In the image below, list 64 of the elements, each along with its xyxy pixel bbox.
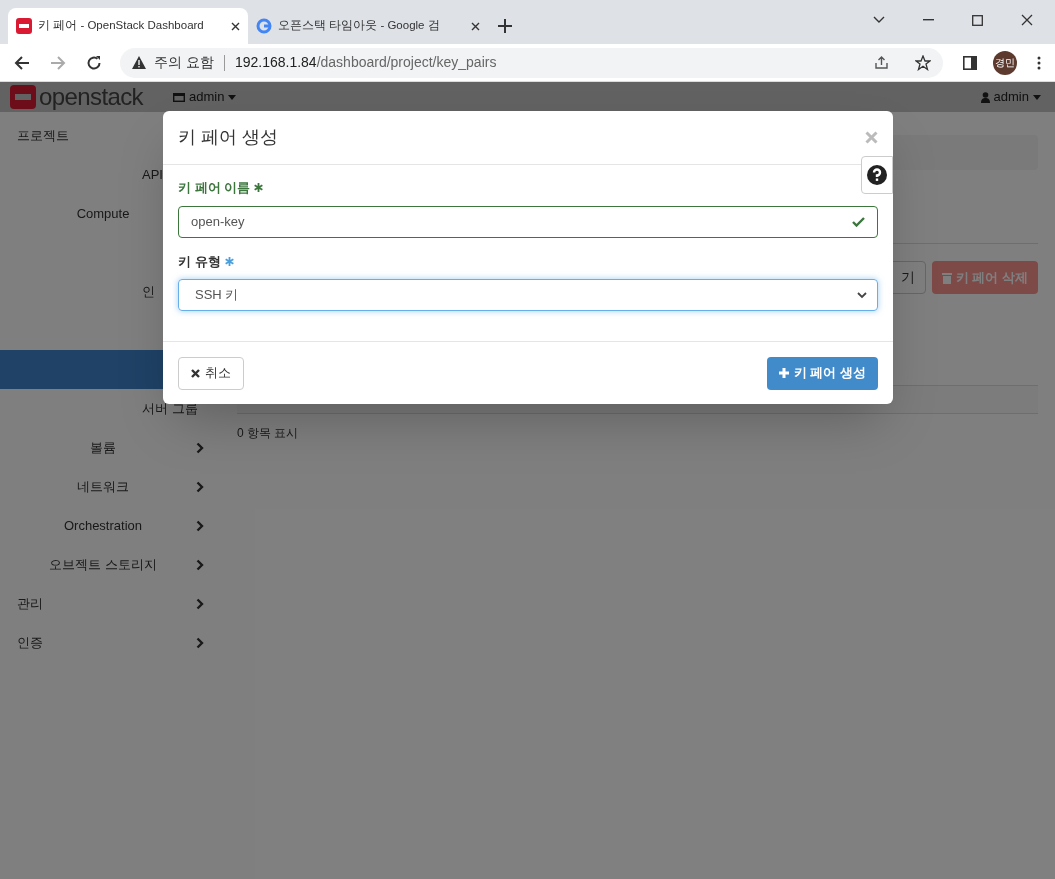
close-icon[interactable] [1021, 14, 1033, 26]
warning-icon [132, 56, 146, 69]
address-bar[interactable]: 주의 요함 192.168.1.84/dashboard/project/key_pairs [120, 47, 943, 78]
profile-avatar[interactable]: 경민 [993, 50, 1017, 75]
chevron-right-icon [196, 636, 204, 649]
google-icon [256, 18, 272, 34]
browser-tab[interactable]: 키 페어 - OpenStack Dashboard [8, 8, 248, 44]
help-button[interactable] [861, 156, 893, 194]
sidebar-item[interactable]: API [142, 164, 163, 185]
chevron-right-icon [196, 597, 204, 610]
modal-title: 키 페어 생성 [178, 126, 278, 149]
security-warning: 주의 요함 [154, 53, 214, 72]
field-label: 키 유형 [178, 252, 221, 271]
share-icon[interactable] [874, 55, 889, 70]
sidebar-group[interactable]: 오브젝트 스토리지 [0, 554, 196, 575]
select-field[interactable]: SSH 키 [178, 279, 878, 311]
project-menu[interactable]: admin [173, 87, 237, 107]
close-icon[interactable] [231, 21, 240, 31]
chevron-right-icon [196, 519, 204, 532]
screen-icon [173, 92, 185, 102]
logo-icon [10, 85, 36, 109]
required-icon [224, 256, 234, 266]
caret-icon [228, 94, 237, 100]
create-button[interactable]: 키 페어 생성 [766, 356, 878, 390]
sidebar-item[interactable]: 인 [142, 281, 155, 302]
side-panel-icon[interactable] [963, 55, 977, 70]
chevron-down-icon [857, 291, 867, 299]
plus-icon [778, 368, 789, 378]
minimize-icon[interactable] [923, 19, 934, 21]
url-text: 192.168.1.84/dashboard/project/key_pairs [234, 53, 498, 72]
help-icon [867, 165, 887, 185]
close-icon[interactable] [471, 21, 480, 31]
reload-icon[interactable] [86, 54, 102, 71]
tab-title: 오픈스택 타임아웃 - Google 검 [278, 18, 441, 34]
sidebar-group[interactable]: 볼륨 [0, 437, 196, 458]
close-icon [191, 368, 200, 378]
tab-title: 키 페어 - OpenStack Dashboard [38, 18, 205, 34]
item-count: 0 항목 표시 [237, 425, 300, 442]
favicon-icon [16, 18, 32, 34]
sidebar-section[interactable]: 프로젝트 [17, 125, 69, 146]
browser-tab[interactable]: 오픈스택 타임아웃 - Google 검 [248, 8, 488, 44]
field-label: 키 페어 이름 [178, 179, 251, 197]
chevron-right-icon [196, 441, 204, 454]
maximize-icon[interactable] [972, 14, 983, 26]
cancel-button[interactable]: 취소 [178, 356, 244, 390]
trash-icon [941, 271, 952, 284]
caret-icon [1033, 94, 1041, 100]
text-field[interactable]: open-key [178, 205, 878, 238]
sidebar-group[interactable]: 네트워크 [0, 476, 196, 497]
user-icon [980, 91, 990, 103]
user-menu[interactable]: admin [980, 87, 1045, 107]
more-icon[interactable] [1037, 55, 1041, 70]
check-icon [852, 216, 865, 227]
back-icon[interactable] [14, 54, 30, 71]
chevron-down-icon[interactable] [873, 16, 885, 24]
sidebar-section[interactable]: 인증 [17, 632, 43, 653]
new-tab-icon[interactable] [498, 19, 512, 33]
star-icon[interactable] [915, 54, 931, 71]
chevron-right-icon [196, 558, 204, 571]
required-icon [254, 183, 264, 193]
sidebar-section[interactable]: 관리 [17, 593, 43, 614]
sidebar-group[interactable]: Orchestration [0, 515, 196, 536]
chevron-right-icon [196, 480, 204, 493]
brand-name: openstack [39, 85, 143, 109]
